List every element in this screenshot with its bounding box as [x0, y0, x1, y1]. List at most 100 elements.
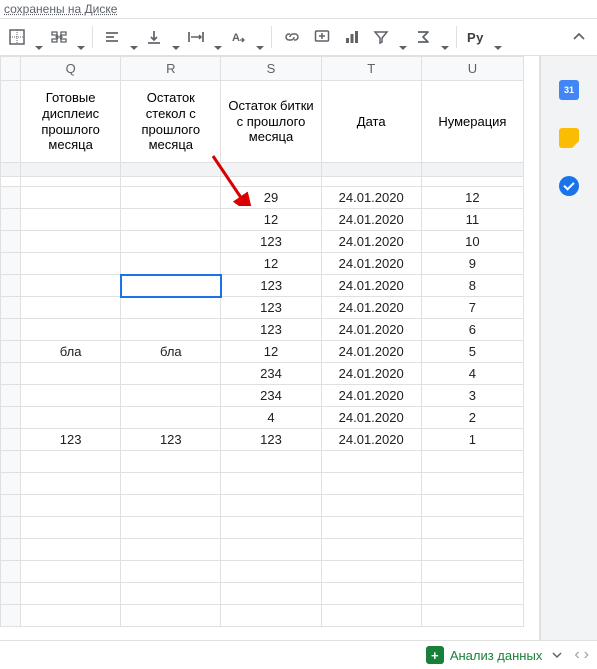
cell[interactable]: 24.01.2020 — [321, 253, 421, 275]
filter-button[interactable] — [368, 23, 408, 51]
cell[interactable] — [21, 539, 121, 561]
keep-icon[interactable] — [555, 124, 583, 152]
header-cell[interactable]: Нумерация — [421, 81, 523, 163]
insert-link-button[interactable] — [278, 23, 306, 51]
cell[interactable] — [21, 297, 121, 319]
cell[interactable] — [421, 583, 523, 605]
cell[interactable] — [121, 583, 221, 605]
cell[interactable] — [21, 583, 121, 605]
cell[interactable] — [21, 407, 121, 429]
row-header[interactable] — [1, 275, 21, 297]
cell[interactable] — [121, 163, 221, 177]
cell[interactable] — [321, 561, 421, 583]
cell[interactable] — [221, 605, 321, 627]
calendar-icon[interactable]: 31 — [555, 76, 583, 104]
cell[interactable] — [21, 209, 121, 231]
cell[interactable] — [321, 495, 421, 517]
cell[interactable]: 24.01.2020 — [321, 297, 421, 319]
cell[interactable] — [21, 363, 121, 385]
cell[interactable]: 123 — [221, 319, 321, 341]
cell[interactable] — [21, 561, 121, 583]
cell[interactable]: 4 — [221, 407, 321, 429]
cell[interactable] — [221, 451, 321, 473]
cell[interactable]: 7 — [421, 297, 523, 319]
cell[interactable] — [321, 473, 421, 495]
insert-comment-button[interactable] — [308, 23, 336, 51]
cell[interactable]: 12 — [221, 253, 321, 275]
cell[interactable] — [1, 177, 21, 187]
header-cell[interactable]: Остаток битки с прошлого месяца — [221, 81, 321, 163]
cell[interactable]: 123 — [221, 297, 321, 319]
cell[interactable] — [421, 605, 523, 627]
cell[interactable] — [121, 473, 221, 495]
cell[interactable] — [421, 177, 523, 187]
cell[interactable] — [21, 385, 121, 407]
cell[interactable] — [21, 231, 121, 253]
cell[interactable] — [221, 495, 321, 517]
insert-chart-button[interactable] — [338, 23, 366, 51]
cell[interactable] — [21, 495, 121, 517]
cell[interactable]: 24.01.2020 — [321, 385, 421, 407]
row-header[interactable] — [1, 517, 21, 539]
cell[interactable] — [121, 561, 221, 583]
cell[interactable]: 24.01.2020 — [321, 231, 421, 253]
cell[interactable] — [21, 517, 121, 539]
rotate-text-button[interactable]: A — [225, 23, 265, 51]
cell[interactable] — [21, 473, 121, 495]
cell[interactable] — [121, 209, 221, 231]
row-header[interactable] — [1, 319, 21, 341]
column-header[interactable]: S — [221, 57, 321, 81]
row-header[interactable] — [1, 209, 21, 231]
column-header[interactable]: R — [121, 57, 221, 81]
cell[interactable] — [21, 275, 121, 297]
cell[interactable] — [121, 363, 221, 385]
cell[interactable]: 24.01.2020 — [321, 319, 421, 341]
row-header[interactable] — [1, 451, 21, 473]
cell[interactable] — [221, 163, 321, 177]
cell[interactable] — [221, 583, 321, 605]
row-header[interactable] — [1, 363, 21, 385]
row-header[interactable] — [1, 341, 21, 363]
cell[interactable]: 2 — [421, 407, 523, 429]
cell[interactable]: 234 — [221, 363, 321, 385]
halign-button[interactable] — [99, 23, 139, 51]
cell[interactable]: 12 — [421, 187, 523, 209]
cell[interactable] — [221, 539, 321, 561]
cell[interactable] — [121, 275, 221, 297]
cell[interactable] — [121, 297, 221, 319]
cell[interactable]: 10 — [421, 231, 523, 253]
cell[interactable]: 123 — [221, 429, 321, 451]
functions-button[interactable] — [410, 23, 450, 51]
cell[interactable] — [321, 451, 421, 473]
cell[interactable] — [121, 319, 221, 341]
row-header[interactable] — [1, 539, 21, 561]
cell[interactable]: 123 — [21, 429, 121, 451]
cell[interactable]: 1 — [421, 429, 523, 451]
column-header[interactable]: Q — [21, 57, 121, 81]
cell[interactable] — [221, 561, 321, 583]
cell[interactable]: 8 — [421, 275, 523, 297]
cell[interactable] — [21, 605, 121, 627]
cell[interactable]: 123 — [221, 231, 321, 253]
cell[interactable]: 234 — [221, 385, 321, 407]
row-header[interactable] — [1, 561, 21, 583]
wrap-button[interactable] — [183, 23, 223, 51]
cell[interactable] — [121, 187, 221, 209]
cell[interactable] — [121, 495, 221, 517]
row-header[interactable] — [1, 81, 21, 163]
cell[interactable]: 9 — [421, 253, 523, 275]
cell[interactable] — [221, 473, 321, 495]
cell[interactable]: 3 — [421, 385, 523, 407]
cell[interactable]: 123 — [121, 429, 221, 451]
borders-button[interactable] — [4, 23, 44, 51]
cell[interactable]: 123 — [221, 275, 321, 297]
row-header[interactable] — [1, 407, 21, 429]
cell[interactable] — [321, 517, 421, 539]
tasks-icon[interactable] — [555, 172, 583, 200]
scroll-left-button[interactable]: ‹ — [574, 646, 579, 664]
cell[interactable]: 24.01.2020 — [321, 187, 421, 209]
cell[interactable]: 11 — [421, 209, 523, 231]
cell[interactable]: 24.01.2020 — [321, 341, 421, 363]
cell[interactable] — [121, 177, 221, 187]
column-header[interactable]: T — [321, 57, 421, 81]
